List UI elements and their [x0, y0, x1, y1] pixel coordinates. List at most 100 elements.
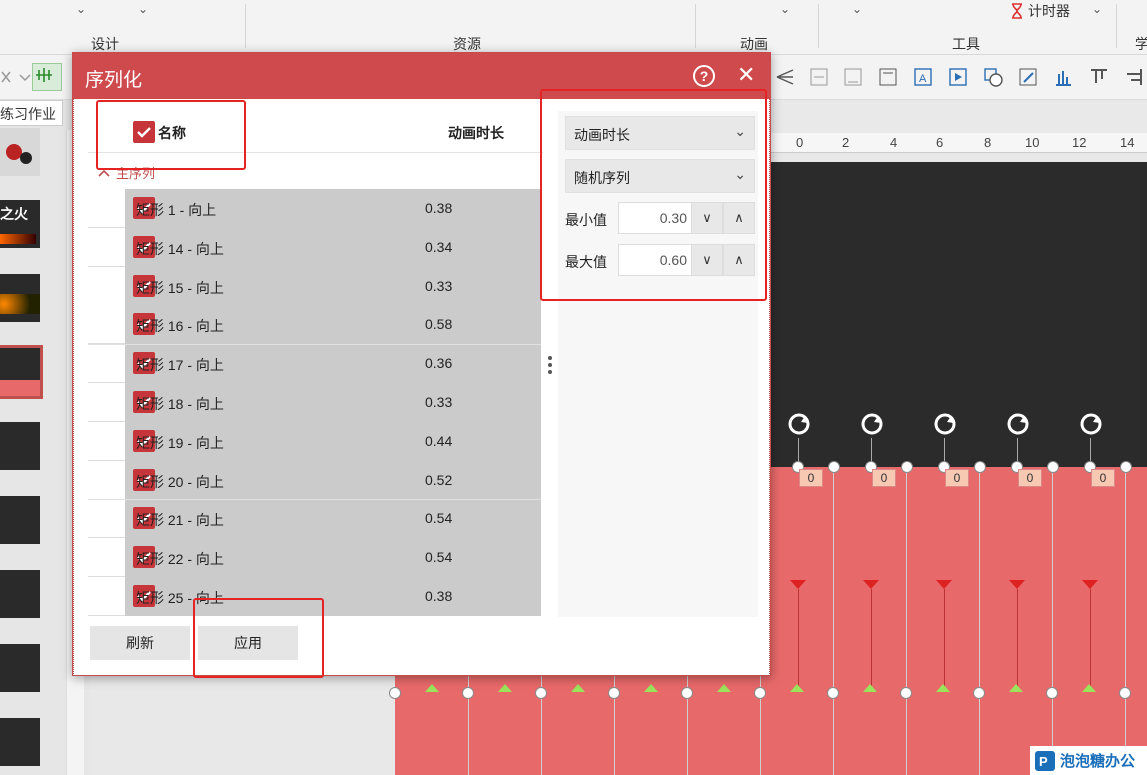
- list-item[interactable]: 矩形 20 - 向上 0.52: [88, 461, 541, 500]
- list-item[interactable]: 矩形 21 - 向上 0.54: [88, 499, 541, 538]
- ruler-label: 0: [796, 135, 804, 150]
- list-item[interactable]: 矩形 17 - 向上 0.36: [88, 344, 541, 383]
- help-icon[interactable]: ?: [693, 65, 715, 87]
- chevron-down-icon[interactable]: ⌄: [780, 2, 790, 16]
- row-name: 矩形 20 - 向上: [136, 474, 224, 490]
- resize-handle[interactable]: [1119, 687, 1131, 699]
- align-middle-icon[interactable]: [808, 66, 830, 88]
- resize-handle[interactable]: [827, 687, 839, 699]
- slide-thumbnail[interactable]: [0, 570, 40, 618]
- ruler-label: 8: [984, 135, 992, 150]
- resize-handle[interactable]: [1046, 687, 1058, 699]
- ribbon-separator: [245, 4, 246, 48]
- row-name: 矩形 19 - 向上: [136, 435, 224, 451]
- row-duration: 0.38: [425, 200, 453, 216]
- document-tab[interactable]: 练习作业: [0, 100, 63, 126]
- resize-handle[interactable]: [535, 687, 547, 699]
- rotate-handle-icon[interactable]: [785, 410, 813, 438]
- align-right-bars-icon[interactable]: [1122, 66, 1144, 88]
- chevron-down-icon[interactable]: ⌄: [138, 2, 148, 16]
- resize-handle[interactable]: [900, 687, 912, 699]
- resize-handle[interactable]: [389, 687, 401, 699]
- guide-line: [1052, 467, 1053, 775]
- rotate-handle-icon[interactable]: [931, 410, 959, 438]
- slide-thumbnail[interactable]: [0, 644, 40, 692]
- row-indent: [88, 228, 125, 267]
- row-indent: [88, 267, 125, 306]
- row-duration: 0.33: [425, 394, 453, 410]
- guide-line: [906, 467, 907, 775]
- motion-path-start-icon: [571, 684, 585, 692]
- resize-handle[interactable]: [974, 461, 986, 473]
- splitter-grip: [548, 363, 552, 367]
- slide-thumbnail-selected[interactable]: [0, 345, 43, 399]
- row-name: 矩形 18 - 向上: [136, 396, 224, 412]
- annotation-box: [193, 598, 324, 678]
- shapes-icon[interactable]: [982, 66, 1004, 88]
- resize-handle[interactable]: [973, 687, 985, 699]
- list-item[interactable]: 矩形 22 - 向上 0.54: [88, 538, 541, 577]
- motion-path-start-icon: [863, 684, 877, 692]
- ribbon: ⌄ ⌄ 设计 资源 ⌄ 动画 ⌄ 计时器 ⌄ 工具 学: [0, 0, 1147, 55]
- motion-path-line: [871, 589, 872, 689]
- list-item[interactable]: 矩形 14 - 向上 0.34: [88, 228, 541, 267]
- watermark-text: 泡泡糖办公: [1060, 753, 1136, 770]
- slide-thumbnail[interactable]: [0, 128, 40, 176]
- chart-icon[interactable]: [1052, 66, 1074, 88]
- row-indent: [88, 305, 125, 344]
- rotate-handle-icon[interactable]: [1077, 410, 1105, 438]
- slide-thumbnail[interactable]: [0, 718, 40, 766]
- textbox-icon[interactable]: A: [912, 66, 934, 88]
- list-item[interactable]: 矩形 1 - 向上 0.38: [88, 189, 541, 228]
- slide-thumbnail[interactable]: [0, 496, 40, 544]
- list-item[interactable]: 矩形 16 - 向上 0.58: [88, 305, 541, 344]
- motion-path-start-icon: [790, 684, 804, 692]
- align-top-icon[interactable]: [877, 66, 899, 88]
- rotate-handle-icon[interactable]: [858, 410, 886, 438]
- distribute-icon[interactable]: [32, 63, 62, 91]
- ruler-label: 6: [936, 135, 944, 150]
- chevron-down-icon[interactable]: ⌄: [1092, 2, 1102, 16]
- resize-handle[interactable]: [462, 687, 474, 699]
- row-indent: [88, 383, 125, 422]
- resize-handle[interactable]: [1120, 461, 1132, 473]
- resize-handle[interactable]: [1047, 461, 1059, 473]
- resize-handle[interactable]: [681, 687, 693, 699]
- align-top-bars-icon[interactable]: [1088, 66, 1110, 88]
- ribbon-group-tools: 工具: [952, 36, 980, 52]
- close-icon[interactable]: ✕: [737, 62, 755, 88]
- row-indent: [88, 422, 125, 461]
- refresh-button[interactable]: 刷新: [90, 626, 190, 660]
- thumbnail-fire-image: [0, 234, 36, 244]
- animation-list: 矩形 1 - 向上 0.38 矩形 14 - 向上 0.34 矩形 15 - 向上 0.3…: [88, 189, 541, 617]
- watermark-logo: P 泡泡糖办公: [1030, 746, 1147, 775]
- motion-path-start-icon: [644, 684, 658, 692]
- edit-icon[interactable]: [1017, 66, 1039, 88]
- list-item[interactable]: 矩形 15 - 向上 0.33: [88, 267, 541, 306]
- row-duration: 0.58: [425, 316, 453, 332]
- motion-path-badge: 0: [945, 469, 969, 487]
- timer-button[interactable]: 计时器: [1010, 1, 1070, 21]
- resize-handle[interactable]: [828, 461, 840, 473]
- motion-path-end-icon: [936, 580, 952, 589]
- slide-thumbnail[interactable]: 之火: [0, 200, 40, 248]
- resize-handle[interactable]: [754, 687, 766, 699]
- column-header-duration[interactable]: 动画时长: [448, 123, 504, 143]
- motion-path-start-icon: [1009, 684, 1023, 692]
- chevron-down-icon[interactable]: ⌄: [852, 2, 862, 16]
- resize-handle[interactable]: [901, 461, 913, 473]
- row-name: 矩形 15 - 向上: [136, 280, 224, 296]
- list-item[interactable]: 矩形 19 - 向上 0.44: [88, 422, 541, 461]
- media-icon[interactable]: [947, 66, 969, 88]
- chevron-down-icon[interactable]: ⌄: [76, 2, 86, 16]
- align-left-icon[interactable]: [774, 66, 796, 88]
- resize-handle[interactable]: [608, 687, 620, 699]
- list-item[interactable]: 矩形 18 - 向上 0.33: [88, 383, 541, 422]
- slide-thumbnail[interactable]: [0, 274, 40, 322]
- motion-path-start-icon: [717, 684, 731, 692]
- rotate-handle-icon[interactable]: [1004, 410, 1032, 438]
- motion-path-badge: 0: [1018, 469, 1042, 487]
- ribbon-separator: [695, 4, 696, 48]
- align-bottom-icon[interactable]: [842, 66, 864, 88]
- slide-thumbnail[interactable]: [0, 422, 40, 470]
